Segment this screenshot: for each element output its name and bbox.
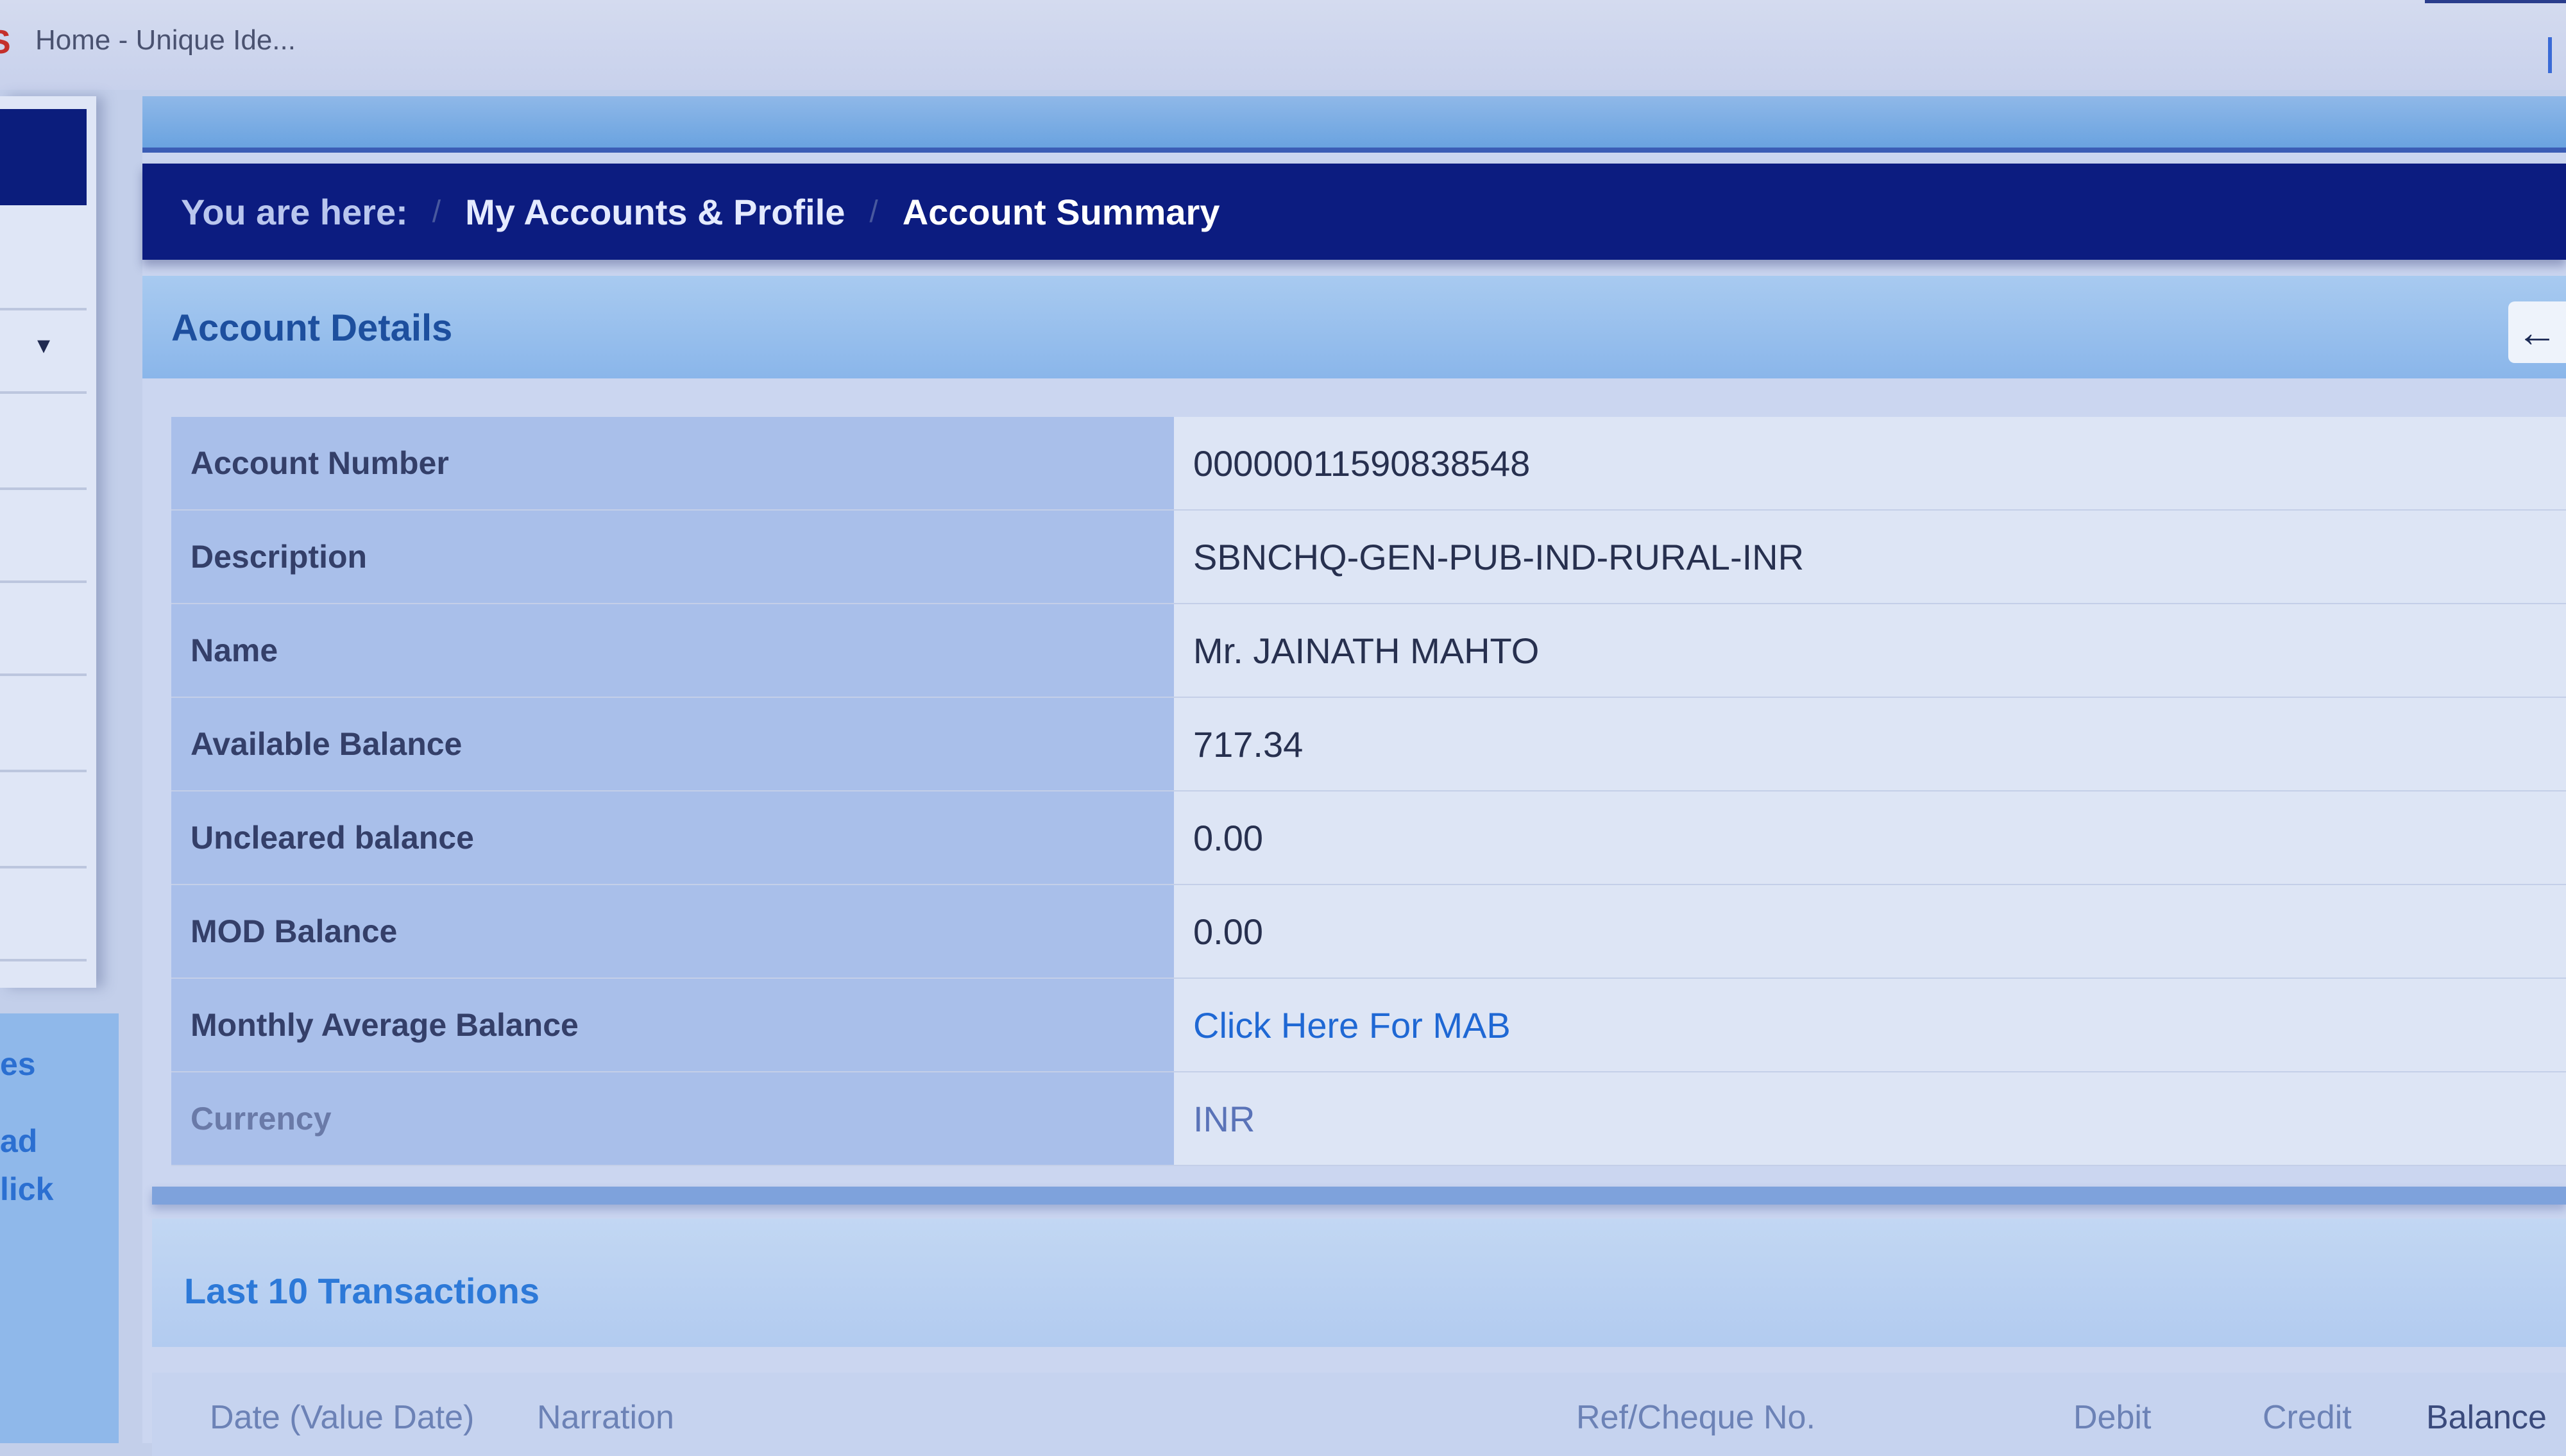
detail-row-currency: Currency INR bbox=[171, 1072, 2566, 1166]
detail-label: Monthly Average Balance bbox=[171, 979, 1174, 1071]
sidebar-promo-panel: es ad lick bbox=[0, 1013, 119, 1443]
site-favicon-icon: S bbox=[0, 24, 17, 60]
breadcrumb-separator: / bbox=[432, 194, 441, 229]
breadcrumb: You are here: / My Accounts & Profile / … bbox=[142, 164, 2566, 260]
mod-balance-value: 0.00 bbox=[1174, 885, 2566, 978]
left-sidebar bbox=[0, 96, 96, 988]
column-header-ref: Ref/Cheque No. bbox=[1576, 1399, 1815, 1436]
breadcrumb-separator: / bbox=[869, 194, 878, 229]
browser-tab-bar: S Home - Unique Ide... bbox=[0, 0, 2566, 90]
detail-label: Currency bbox=[171, 1072, 1174, 1165]
sidebar-divider bbox=[0, 308, 87, 310]
header-strip bbox=[142, 96, 2566, 153]
sidebar-divider bbox=[0, 770, 87, 772]
detail-row-available-balance: Available Balance 717.34 bbox=[171, 698, 2566, 791]
browser-tab-title[interactable]: Home - Unique Ide... bbox=[35, 24, 296, 56]
detail-label: Account Number bbox=[171, 417, 1174, 509]
detail-label: Name bbox=[171, 604, 1174, 697]
sidebar-text-fragment: ad bbox=[0, 1123, 38, 1159]
column-header-credit: Credit bbox=[2263, 1399, 2352, 1436]
detail-label: Available Balance bbox=[171, 698, 1174, 790]
available-balance-value: 717.34 bbox=[1174, 698, 2566, 790]
detail-label: Description bbox=[171, 511, 1174, 603]
sidebar-divider bbox=[0, 866, 87, 868]
sidebar-divider bbox=[0, 487, 87, 490]
detail-row-account-number: Account Number 00000011590838548 bbox=[171, 417, 2566, 511]
transactions-title[interactable]: Last 10 Transactions bbox=[184, 1270, 540, 1312]
account-details-table: Account Number 00000011590838548 Descrip… bbox=[171, 417, 2566, 1166]
detail-row-mab: Monthly Average Balance Click Here For M… bbox=[171, 979, 2566, 1072]
transactions-header: Last 10 Transactions bbox=[152, 1219, 2566, 1347]
column-header-debit: Debit bbox=[2073, 1399, 2152, 1436]
sidebar-text-fragment: es bbox=[0, 1046, 36, 1082]
column-header-date: Date (Value Date) bbox=[210, 1399, 475, 1436]
breadcrumb-account-summary: Account Summary bbox=[902, 191, 1220, 232]
account-details-header: Account Details ← bbox=[142, 276, 2566, 378]
sidebar-divider bbox=[0, 391, 87, 394]
name-value: Mr. JAINATH MAHTO bbox=[1174, 604, 2566, 697]
detail-row-description: Description SBNCHQ-GEN-PUB-IND-RURAL-INR bbox=[171, 511, 2566, 604]
mab-link[interactable]: Click Here For MAB bbox=[1174, 979, 2566, 1071]
detail-row-name: Name Mr. JAINATH MAHTO bbox=[171, 604, 2566, 698]
breadcrumb-prefix: You are here: bbox=[181, 191, 408, 232]
panel-title: Account Details bbox=[171, 307, 453, 349]
back-button[interactable]: ← bbox=[2508, 301, 2566, 363]
detail-label: MOD Balance bbox=[171, 885, 1174, 978]
sidebar-divider bbox=[0, 673, 87, 676]
column-header-narration: Narration bbox=[537, 1399, 674, 1436]
breadcrumb-my-accounts[interactable]: My Accounts & Profile bbox=[465, 191, 845, 233]
detail-row-mod-balance: MOD Balance 0.00 bbox=[171, 885, 2566, 979]
sidebar-divider bbox=[0, 580, 87, 583]
column-header-balance: Balance bbox=[2426, 1399, 2547, 1436]
detail-row-uncleared-balance: Uncleared balance 0.00 bbox=[171, 791, 2566, 885]
detail-label: Uncleared balance bbox=[171, 791, 1174, 884]
chevron-down-icon[interactable]: ▾ bbox=[37, 330, 50, 360]
transactions-table-header: Date (Value Date) Narration Ref/Cheque N… bbox=[152, 1373, 2566, 1456]
panel-divider bbox=[152, 1187, 2566, 1205]
currency-value: INR bbox=[1174, 1072, 2566, 1165]
account-number-value: 00000011590838548 bbox=[1174, 417, 2566, 509]
sidebar-active-item[interactable] bbox=[0, 109, 87, 205]
uncleared-balance-value: 0.00 bbox=[1174, 791, 2566, 884]
sidebar-divider bbox=[0, 959, 87, 961]
tab-strip-accent bbox=[2425, 0, 2566, 3]
description-value: SBNCHQ-GEN-PUB-IND-RURAL-INR bbox=[1174, 511, 2566, 603]
window-control-icon[interactable] bbox=[2548, 37, 2552, 73]
sidebar-link-fragment[interactable]: lick bbox=[0, 1171, 53, 1208]
arrow-left-icon: ← bbox=[2517, 309, 2558, 355]
main-content: You are here: / My Accounts & Profile / … bbox=[142, 96, 2566, 1456]
